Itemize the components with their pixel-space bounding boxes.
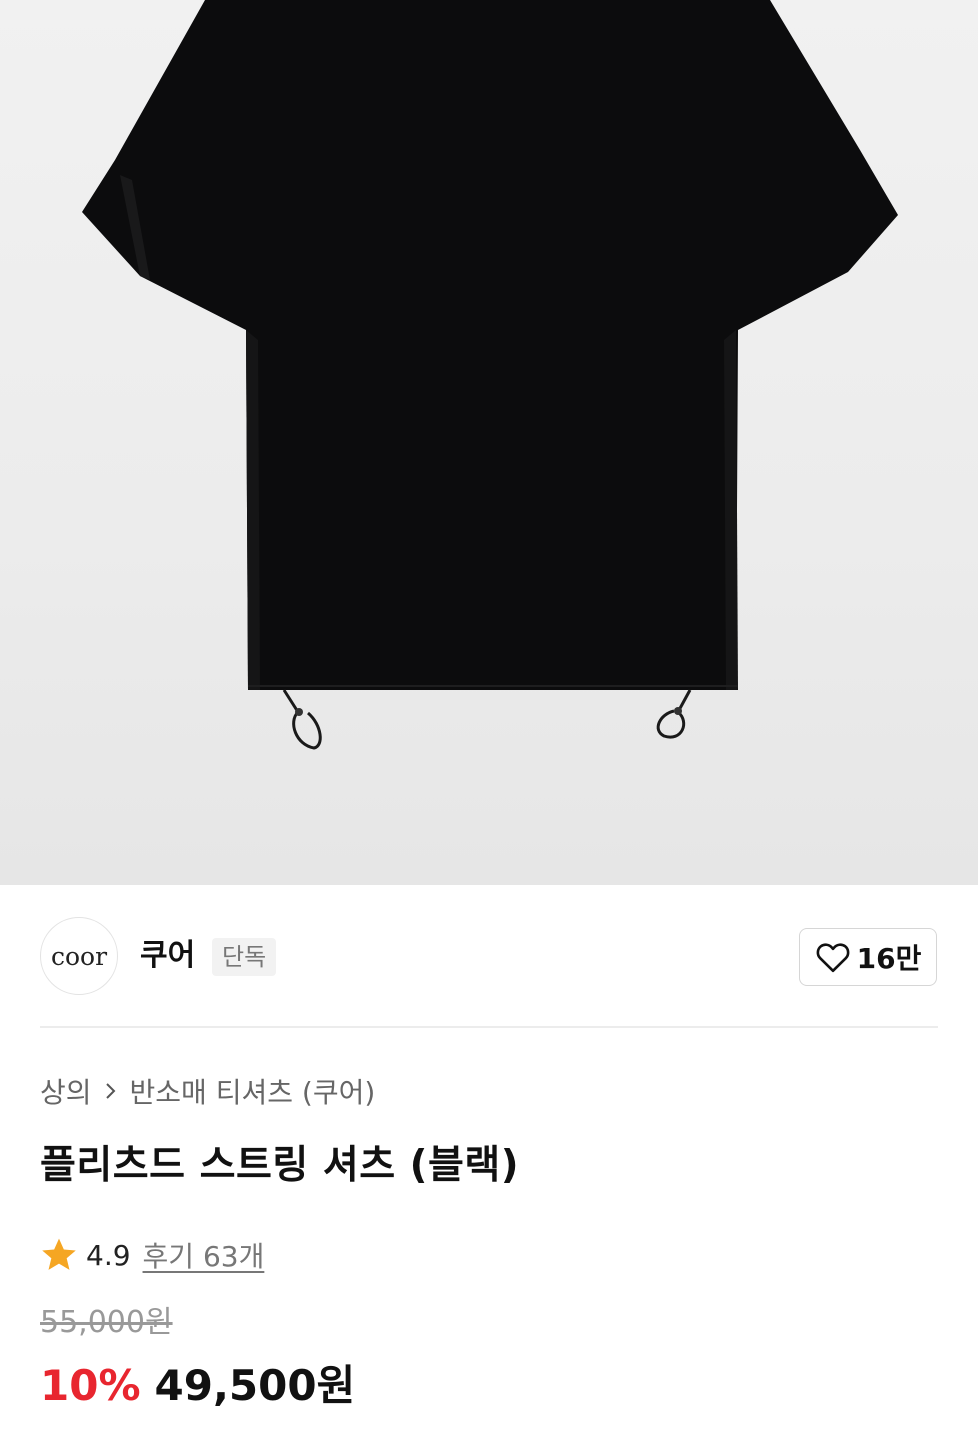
shirt-illustration <box>82 0 898 750</box>
reviews-link[interactable]: 후기 63개 <box>143 1235 265 1275</box>
discount-rate: 10% <box>40 1361 141 1410</box>
right-drawstring <box>656 689 692 739</box>
exclusive-badge: 단독 <box>212 938 277 976</box>
brand-row: coor 쿠어 단독 16만 <box>0 885 978 1027</box>
breadcrumb-subcategory[interactable]: 반소매 티셔츠 (쿠어) <box>130 1071 376 1111</box>
brand-logo[interactable]: coor <box>40 917 118 995</box>
rating-value: 4.9 <box>86 1238 131 1272</box>
divider <box>40 1026 938 1028</box>
star-icon <box>42 1238 76 1270</box>
rating-row: 4.9 후기 63개 <box>40 1233 264 1277</box>
chevron-right-icon <box>105 1083 115 1099</box>
brand-logo-text: coor <box>50 941 108 971</box>
price-row: 10% 49,500원 <box>40 1352 355 1412</box>
original-price: 55,000원 <box>40 1305 173 1340</box>
product-title: 플리츠드 스트링 셔츠 (블랙) <box>40 1143 520 1188</box>
product-image[interactable] <box>0 0 978 885</box>
sale-price: 49,500원 <box>154 1361 356 1410</box>
like-button[interactable]: 16만 <box>799 928 937 986</box>
heart-outline-icon <box>816 943 850 973</box>
like-count: 16만 <box>856 942 922 975</box>
brand-name[interactable]: 쿠어 <box>140 936 195 976</box>
breadcrumb: 상의 반소매 티셔츠 (쿠어) <box>40 1071 375 1111</box>
left-drawstring <box>282 689 322 750</box>
breadcrumb-category[interactable]: 상의 <box>40 1071 92 1111</box>
